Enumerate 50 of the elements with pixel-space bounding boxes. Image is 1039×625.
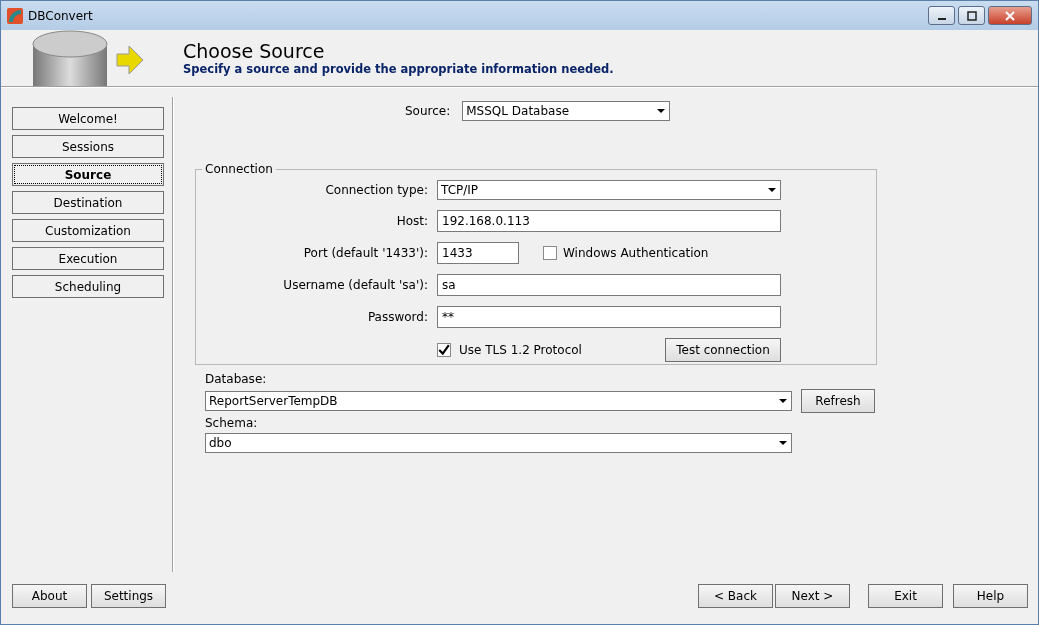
dropdown-arrow-icon: [768, 188, 776, 192]
app-logo-icon: [7, 7, 23, 24]
checkbox[interactable]: [543, 246, 557, 260]
page-subtitle: Specify a source and provide the appropriate information needed.: [183, 62, 614, 76]
minimize-icon: [937, 17, 946, 20]
refresh-button[interactable]: Refresh: [801, 389, 875, 413]
field-label: Password:: [366, 310, 428, 324]
footer-button[interactable]: About: [12, 584, 87, 608]
dropdown-arrow-icon: [657, 109, 666, 113]
database-dropdown[interactable]: ReportServerTempDB: [205, 391, 792, 411]
nav-button[interactable]: Destination: [12, 191, 164, 214]
field-label: Schema:: [205, 416, 259, 430]
footer-button[interactable]: Exit: [868, 584, 943, 608]
port-field[interactable]: 1433: [437, 242, 519, 264]
window-title: DBConvert: [28, 8, 93, 23]
source-dropdown[interactable]: MSSQL Database: [462, 101, 671, 121]
field-label: Host:: [395, 214, 428, 228]
footer-button[interactable]: < Back: [698, 584, 773, 608]
footer-button[interactable]: Next >: [775, 584, 850, 608]
field-label: Port (default '1433'):: [302, 246, 428, 260]
nav-button[interactable]: Scheduling: [12, 275, 164, 298]
schema-dropdown[interactable]: dbo: [205, 433, 792, 453]
connection-type-dropdown[interactable]: TCP/IP: [437, 180, 781, 200]
nav-button[interactable]: Source: [12, 163, 164, 186]
test-connection-button[interactable]: Test connection: [665, 338, 781, 362]
page-title: Choose Source: [183, 40, 326, 62]
dropdown-arrow-icon: [779, 441, 787, 445]
nav-button[interactable]: Sessions: [12, 135, 164, 158]
host-field[interactable]: 192.168.0.113: [437, 210, 781, 232]
footer-button[interactable]: Help: [953, 584, 1028, 608]
field-label: Username (default 'sa'):: [282, 278, 428, 292]
minimize-button[interactable]: [928, 6, 955, 25]
dropdown-arrow-icon: [779, 399, 787, 403]
maximize-icon: [966, 10, 977, 21]
field-label: Database:: [205, 372, 268, 386]
username-field[interactable]: sa: [437, 274, 781, 296]
field-label: Source:: [405, 104, 451, 118]
maximize-button[interactable]: [958, 6, 985, 25]
checkbox-label: Use TLS 1.2 Protocol: [459, 343, 582, 357]
password-field[interactable]: **: [437, 306, 781, 328]
nav-button[interactable]: Welcome!: [12, 107, 164, 130]
nav-button[interactable]: Customization: [12, 219, 164, 242]
checkbox-label: Windows Authentication: [563, 246, 709, 260]
nav-button[interactable]: Execution: [12, 247, 164, 270]
checkbox[interactable]: [437, 343, 451, 357]
close-icon: [1005, 10, 1015, 21]
close-button[interactable]: [988, 6, 1032, 25]
field-label: Connection type:: [324, 183, 428, 197]
group-legend: Connection: [202, 162, 276, 176]
footer-button[interactable]: Settings: [91, 584, 166, 608]
